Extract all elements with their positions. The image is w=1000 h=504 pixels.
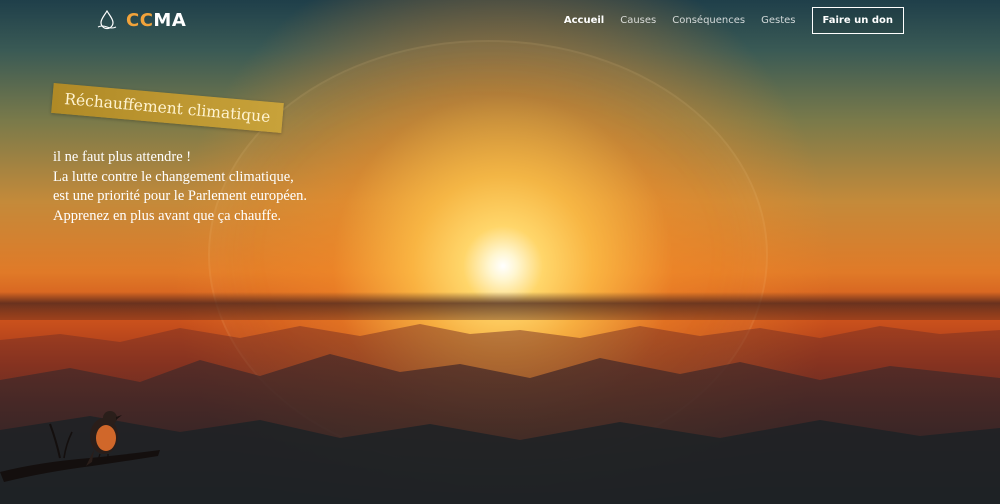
brand-rest: MA <box>153 9 187 31</box>
brand-logo[interactable]: CCMA <box>96 8 186 32</box>
hero-line: il ne faut plus attendre ! <box>53 149 192 165</box>
main-menu: Accueil Causes Conséquences Gestes Faire… <box>548 7 904 34</box>
nav-link-consequences[interactable]: Conséquences <box>672 15 745 26</box>
hero-line: Apprenez en plus avant que ça chauffe. <box>53 207 281 224</box>
hero-intro: il ne faut plus attendre ! La lutte cont… <box>53 148 413 226</box>
nav-link-accueil[interactable]: Accueil <box>564 15 604 26</box>
brand-accent: CC <box>126 9 154 31</box>
water-drop-icon <box>97 9 117 30</box>
top-navigation: CCMA Accueil Causes Conséquences Gestes … <box>0 0 1000 40</box>
brand-name: CCMA <box>126 10 186 31</box>
hero-line: est une priorité pour le Parlement europ… <box>53 188 308 204</box>
robin-on-branch-illustration <box>0 411 160 482</box>
hero-line: La lutte contre le changement climatique… <box>53 168 294 185</box>
nav-link-gestes[interactable]: Gestes <box>761 15 795 26</box>
nav-link-causes[interactable]: Causes <box>620 15 656 26</box>
donate-button[interactable]: Faire un don <box>811 7 904 34</box>
cloud-layer <box>0 292 1000 320</box>
